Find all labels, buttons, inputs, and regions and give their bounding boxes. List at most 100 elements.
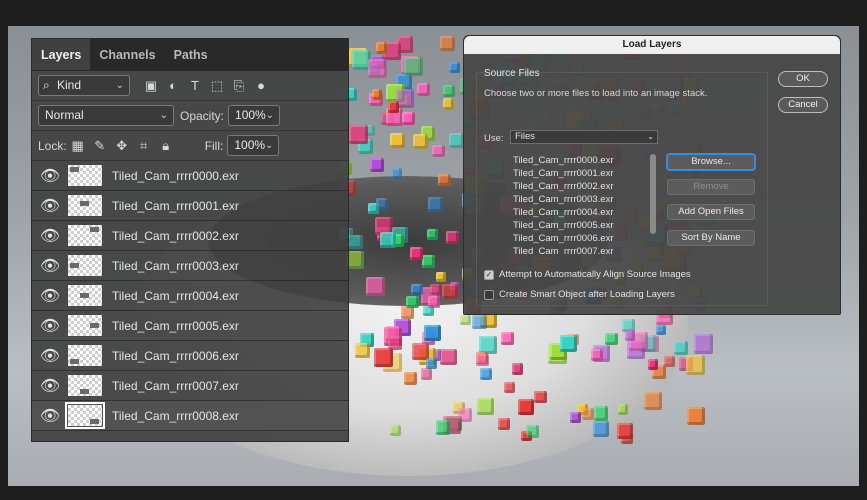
filter-kind-value: Kind: [57, 78, 82, 92]
lock-all-icon[interactable]: 🔒︎: [155, 135, 177, 157]
smart-object-checkbox[interactable]: [484, 289, 494, 300]
tab-layers[interactable]: Layers: [32, 39, 91, 70]
cube-decoration: [430, 283, 442, 296]
cube-decoration: [686, 406, 706, 426]
file-list-scrollbar[interactable]: [650, 154, 656, 234]
layer-row[interactable]: 👁︎ Tiled_Cam_rrrr0000.exr: [32, 161, 348, 191]
image-filter-icon[interactable]: ▣: [140, 75, 162, 97]
cube-decoration: [366, 277, 385, 296]
fill-field[interactable]: 100% ⌄: [227, 135, 280, 156]
cube-decoration: [390, 167, 403, 179]
cube-decoration: [421, 254, 436, 269]
lock-position-icon[interactable]: ✥: [111, 135, 133, 157]
cube-decoration: [644, 391, 663, 410]
shape-filter-icon[interactable]: ⬚: [206, 75, 228, 97]
file-list-item[interactable]: Tiled_Cam_rrrr0003.exr: [510, 193, 658, 206]
eye-icon[interactable]: 👁︎: [32, 376, 68, 396]
layer-name: Tiled_Cam_rrrr0006.exr: [112, 348, 239, 363]
cube-decoration: [503, 382, 515, 394]
file-list-item[interactable]: Tiled_Cam_rrrr0006.exr: [510, 232, 658, 245]
adjustment-filter-icon[interactable]: ◐: [162, 75, 184, 97]
file-list-item[interactable]: Tiled_Cam_rrrr0002.exr: [510, 180, 658, 193]
layer-thumbnail: [68, 345, 102, 366]
cube-decoration: [617, 403, 629, 415]
eye-icon[interactable]: 👁︎: [32, 166, 68, 186]
ok-button[interactable]: OK: [778, 71, 828, 87]
cube-decoration: [420, 368, 433, 380]
eye-icon[interactable]: 👁︎: [32, 316, 68, 336]
layer-row[interactable]: 👁︎ Tiled_Cam_rrrr0004.exr: [32, 281, 348, 311]
opacity-value: 100%: [235, 108, 266, 122]
layer-row[interactable]: 👁︎ Tiled_Cam_rrrr0005.exr: [32, 311, 348, 341]
opacity-field[interactable]: 100% ⌄: [228, 105, 281, 126]
layer-thumbnail: [68, 255, 102, 276]
eye-icon[interactable]: 👁︎: [32, 196, 68, 216]
file-list-item[interactable]: Tiled_Cam_rrrr0004.exr: [510, 206, 658, 219]
filter-toggle-icon[interactable]: ●: [250, 75, 272, 97]
layer-thumbnail: [68, 315, 102, 336]
file-list[interactable]: Tiled_Cam_rrrr0000.exr Tiled_Cam_rrrr000…: [510, 154, 658, 254]
cube-decoration: [693, 334, 713, 354]
panel-tab-bar: Layers Channels Paths: [32, 39, 348, 71]
layer-row[interactable]: 👁︎ Tiled_Cam_rrrr0002.exr: [32, 221, 348, 251]
chevron-down-icon: ⌄: [115, 80, 124, 91]
cube-decoration: [616, 423, 634, 440]
use-select[interactable]: Files ⌄: [510, 130, 658, 144]
tab-paths[interactable]: Paths: [165, 39, 217, 70]
eye-icon[interactable]: 👁︎: [32, 256, 68, 276]
smart-object-filter-icon[interactable]: ⎘: [228, 75, 250, 97]
use-value: Files: [515, 131, 536, 142]
cube-decoration: [403, 56, 423, 76]
lock-artboard-icon[interactable]: ⌗: [133, 135, 155, 157]
cube-decoration: [517, 398, 535, 416]
cube-decoration: [457, 407, 472, 422]
cube-decoration: [389, 133, 405, 149]
layer-row[interactable]: 👁︎ Tiled_Cam_rrrr0003.exr: [32, 251, 348, 281]
layer-row-selected[interactable]: 👁︎ Tiled_Cam_rrrr0008.exr: [32, 401, 348, 431]
cube-decoration: [388, 101, 400, 113]
lock-image-icon[interactable]: ✎: [89, 135, 111, 157]
opacity-label: Opacity:: [180, 108, 225, 123]
file-list-item[interactable]: Tiled_Cam_rrrr0001.exr: [510, 167, 658, 180]
cube-decoration: [438, 174, 451, 187]
eye-icon[interactable]: 👁︎: [32, 346, 68, 366]
search-icon: ⌕: [43, 78, 50, 92]
cube-decoration: [379, 231, 397, 249]
eye-icon[interactable]: 👁︎: [32, 286, 68, 306]
cube-decoration: [427, 229, 438, 240]
align-option[interactable]: ✓ Attempt to Automatically Align Source …: [484, 269, 691, 280]
eye-icon[interactable]: 👁︎: [32, 406, 68, 426]
blend-mode-select[interactable]: Normal ⌄: [38, 105, 174, 126]
cube-decoration: [410, 247, 424, 261]
layer-row[interactable]: 👁︎ Tiled_Cam_rrrr0006.exr: [32, 341, 348, 371]
smart-object-option[interactable]: Create Smart Object after Loading Layers: [484, 289, 675, 300]
eye-icon[interactable]: 👁︎: [32, 226, 68, 246]
remove-button[interactable]: Remove: [667, 179, 755, 195]
cube-decoration: [605, 333, 618, 346]
lock-transparent-icon[interactable]: ▦: [67, 135, 89, 157]
filter-kind-select[interactable]: ⌕ Kind ⌄: [38, 75, 130, 96]
tab-channels[interactable]: Channels: [90, 39, 164, 70]
layers-panel: Layers Channels Paths ⌕ Kind ⌄ ▣ ◐ T ⬚ ⎘…: [31, 38, 349, 442]
add-open-files-button[interactable]: Add Open Files: [667, 204, 755, 220]
cube-decoration: [685, 355, 706, 375]
layer-row[interactable]: 👁︎ Tiled_Cam_rrrr0007.exr: [32, 371, 348, 401]
file-list-item[interactable]: Tiled_Cam_rrrr0000.exr: [510, 154, 658, 167]
file-list-item[interactable]: Tiled_Cam_rrrr0005.exr: [510, 219, 658, 232]
cube-decoration: [526, 424, 540, 438]
cube-decoration: [413, 134, 428, 149]
browse-button[interactable]: Browse...: [667, 154, 755, 170]
layer-list: 👁︎ Tiled_Cam_rrrr0000.exr 👁︎ Tiled_Cam_rrr…: [32, 161, 348, 431]
cube-decoration: [581, 407, 594, 420]
cube-decoration: [440, 36, 455, 51]
load-layers-dialog: Load Layers Source Files Choose two or m…: [463, 35, 841, 315]
cube-decoration: [373, 347, 393, 367]
cancel-button[interactable]: Cancel: [778, 97, 828, 113]
file-list-item[interactable]: Tiled_Cam_rrrr0007.exr: [510, 245, 658, 254]
sort-by-name-button[interactable]: Sort By Name: [667, 230, 755, 246]
align-checkbox[interactable]: ✓: [484, 269, 494, 280]
type-filter-icon[interactable]: T: [184, 75, 206, 97]
layer-row[interactable]: 👁︎ Tiled_Cam_rrrr0001.exr: [32, 191, 348, 221]
layer-name: Tiled_Cam_rrrr0003.exr: [112, 258, 239, 273]
cube-decoration: [425, 358, 438, 370]
